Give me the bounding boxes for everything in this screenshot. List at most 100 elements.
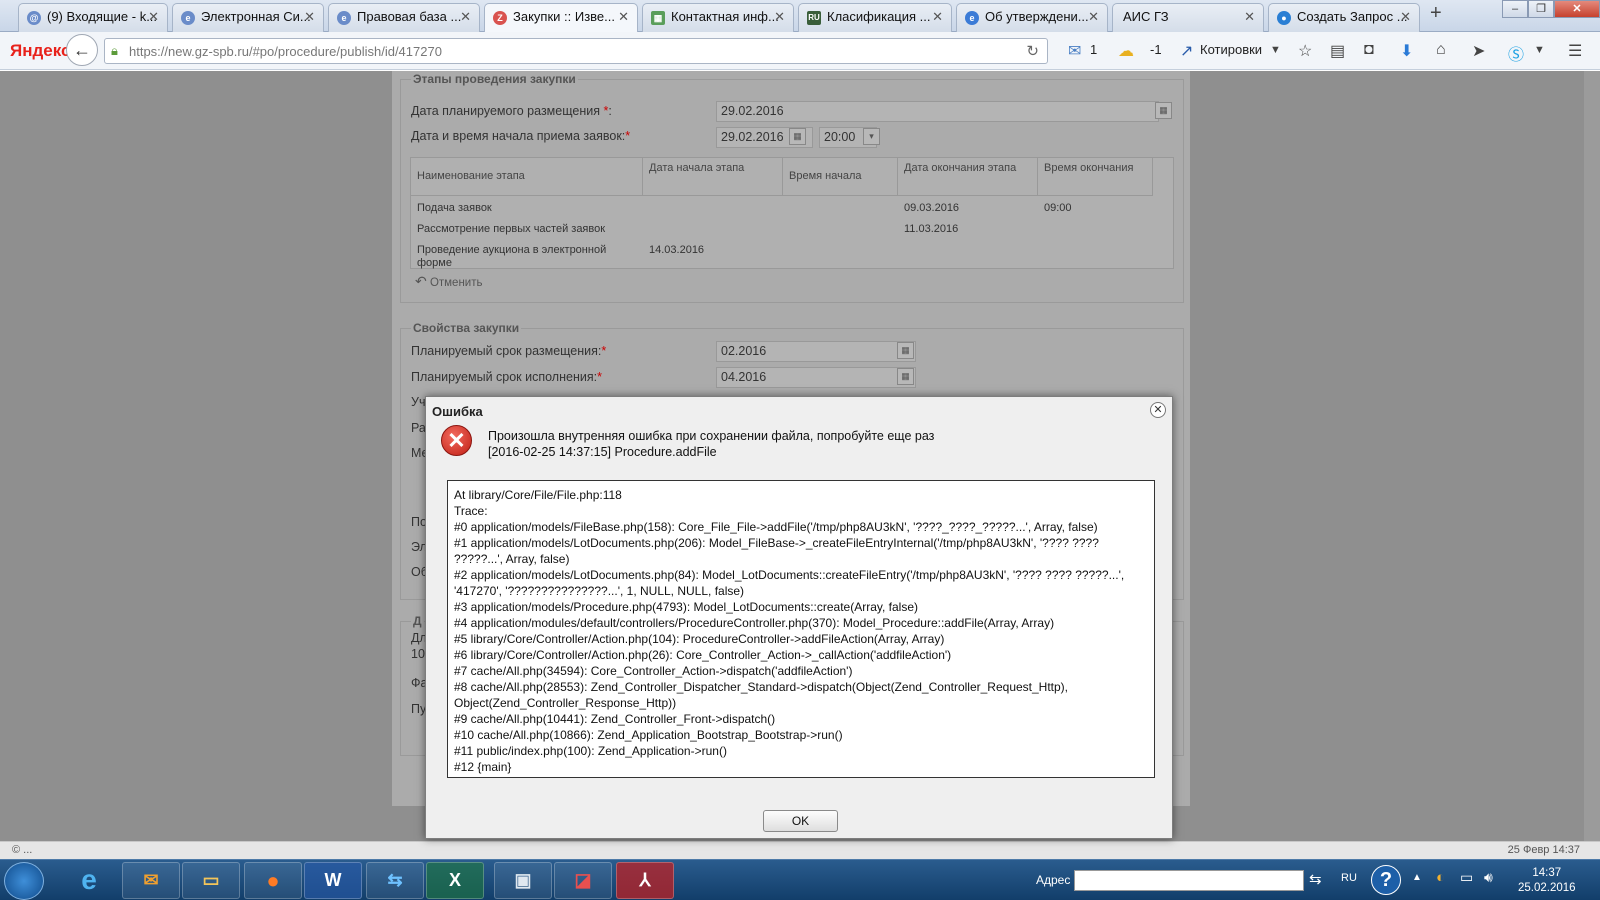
col-header: Время окончания xyxy=(1038,158,1153,196)
quotes-label[interactable]: Котировки xyxy=(1200,42,1262,57)
table-cell: 09:00 xyxy=(1044,202,1072,214)
chevron-down-icon[interactable]: ▾ xyxy=(863,128,880,145)
quotes-icon[interactable]: ↗ xyxy=(1180,41,1193,61)
taskbar-clock[interactable]: 14:37 25.02.2016 xyxy=(1518,866,1576,896)
tab-legal-base[interactable]: e Правовая база ... ✕ xyxy=(328,3,480,32)
weather-icon[interactable]: ☁ xyxy=(1118,41,1134,61)
close-dialog-button[interactable]: ✕ xyxy=(1150,402,1166,418)
planned-date-input[interactable]: 29.02.2016 xyxy=(716,101,1159,122)
tab-procurement[interactable]: Z Закупки :: Изве... ✕ xyxy=(484,3,638,33)
reload-icon[interactable]: ↻ xyxy=(1026,42,1039,60)
mail-icon[interactable]: ✉ xyxy=(1068,41,1081,61)
acrobat-icon[interactable]: ⅄ xyxy=(616,862,674,899)
url-text[interactable]: https://new.gz-spb.ru/#po/procedure/publ… xyxy=(129,44,442,59)
error-message: Произошла внутренняя ошибка при сохранен… xyxy=(488,428,934,460)
bookmark-star-icon[interactable]: ☆ xyxy=(1298,41,1312,61)
close-tab-icon[interactable]: ✕ xyxy=(304,4,315,30)
chevron-down-icon[interactable]: ▼ xyxy=(1534,44,1545,56)
close-window-button[interactable]: ✕ xyxy=(1554,0,1600,18)
go-icon[interactable]: ⇆ xyxy=(1309,870,1322,888)
close-tab-icon[interactable]: ✕ xyxy=(618,4,629,30)
menu-icon[interactable]: ☰ xyxy=(1568,41,1582,61)
cancel-button[interactable]: ↶ Отменить xyxy=(415,273,483,290)
address-toolbar-input[interactable] xyxy=(1074,870,1304,891)
language-indicator[interactable]: RU xyxy=(1341,872,1357,884)
tab-label: АИС ГЗ xyxy=(1123,9,1169,24)
browser-status-bar: © ... 25 Февр 14:37 xyxy=(0,841,1600,859)
network-tray-icon[interactable]: ▭ xyxy=(1460,869,1473,886)
reading-list-icon[interactable]: ▤ xyxy=(1330,41,1345,61)
calendar-icon[interactable]: ▦ xyxy=(789,128,806,145)
tab-classification[interactable]: RU Класификация ... ✕ xyxy=(798,3,952,32)
minimize-button[interactable]: ‒ xyxy=(1502,0,1528,18)
excel-icon[interactable]: X xyxy=(426,862,484,899)
close-tab-icon[interactable]: ✕ xyxy=(148,4,159,30)
tray-app-icon[interactable]: ◐ xyxy=(1436,869,1445,886)
close-tab-icon[interactable]: ✕ xyxy=(774,4,785,30)
send-icon[interactable]: ➤ xyxy=(1472,41,1485,61)
tab-label: Электронная Си... xyxy=(201,9,311,24)
tab-inbox[interactable]: @ (9) Входящие - k... ✕ xyxy=(18,3,168,32)
tray-expand-icon[interactable]: ▲ xyxy=(1412,872,1422,883)
close-tab-icon[interactable]: ✕ xyxy=(1400,4,1411,30)
new-tab-button[interactable]: + xyxy=(1430,2,1442,25)
weather-value[interactable]: -1 xyxy=(1150,42,1162,57)
trace-line: #4 application/modules/default/controlle… xyxy=(454,616,1055,630)
tab-approval[interactable]: e Об утверждени... ✕ xyxy=(956,3,1108,32)
teamviewer-icon[interactable]: ⇆ xyxy=(366,862,424,899)
trace-line: #0 application/models/FileBase.php(158):… xyxy=(454,520,1098,534)
tab-electronic[interactable]: e Электронная Си... ✕ xyxy=(172,3,324,32)
calendar-icon[interactable]: ▦ xyxy=(897,368,914,385)
tab-ais-gz[interactable]: АИС ГЗ ✕ xyxy=(1112,3,1264,32)
close-tab-icon[interactable]: ✕ xyxy=(1088,4,1099,30)
execution-input[interactable]: 04.2016 xyxy=(716,367,916,388)
address-bar[interactable]: 🔒︎ https://new.gz-spb.ru/#po/procedure/p… xyxy=(104,38,1048,64)
mail-count[interactable]: 1 xyxy=(1090,42,1097,57)
site-identity-icon[interactable]: 🔒︎ xyxy=(111,43,118,59)
yandex-logo[interactable]: Яндекс xyxy=(10,41,70,61)
ie-icon[interactable]: e xyxy=(60,862,118,899)
e-icon: e xyxy=(965,11,979,25)
placement-input[interactable]: 02.2016 xyxy=(716,341,916,362)
undo-icon: ↶ xyxy=(415,273,427,289)
download-icon[interactable]: ⬇ xyxy=(1400,41,1413,61)
network-icon[interactable]: ▣ xyxy=(494,862,552,899)
tab-create-request[interactable]: ● Создать Запрос ... ✕ xyxy=(1268,3,1420,32)
close-tab-icon[interactable]: ✕ xyxy=(932,4,943,30)
close-tab-icon[interactable]: ✕ xyxy=(460,4,471,30)
calendar-icon[interactable]: ▦ xyxy=(1155,102,1172,119)
explorer-icon[interactable]: ▭ xyxy=(182,862,240,899)
chevron-down-icon[interactable]: ▼ xyxy=(1270,44,1281,56)
back-button[interactable]: ← xyxy=(66,34,98,66)
skype-icon[interactable]: Ⓢ xyxy=(1508,41,1524,65)
start-label: Дата и время начала приема заявок:* xyxy=(411,129,630,143)
start-button[interactable] xyxy=(4,862,44,900)
pocket-icon[interactable]: ◘ xyxy=(1364,41,1374,59)
error-message-line: Произошла внутренняя ошибка при сохранен… xyxy=(488,429,935,443)
stages-legend: Этапы проведения закупки xyxy=(411,72,578,86)
trace-line: #6 library/Core/Controller/Action.php(26… xyxy=(454,648,952,662)
tab-contact[interactable]: ▦ Контактная инф... ✕ xyxy=(642,3,794,32)
execution-label: Планируемый срок исполнения:* xyxy=(411,370,602,384)
maximize-button[interactable]: ❐ xyxy=(1528,0,1554,18)
volume-icon[interactable]: 🔊︎ xyxy=(1484,869,1493,886)
firefox-icon[interactable]: ● xyxy=(244,862,302,899)
page-icon: ▦ xyxy=(651,11,665,25)
help-icon[interactable]: ? xyxy=(1371,865,1401,895)
app-icon[interactable]: ◪ xyxy=(554,862,612,899)
page-scrollbar[interactable] xyxy=(1584,71,1600,841)
stack-trace-box[interactable]: At library/Core/File/File.php:118 Trace:… xyxy=(447,480,1155,778)
tab-label: (9) Входящие - k... xyxy=(47,9,158,24)
dialog-title: Ошибка xyxy=(432,404,483,419)
label-suffix: : xyxy=(608,104,612,118)
outlook-icon[interactable]: ✉ xyxy=(122,862,180,899)
ok-button[interactable]: OK xyxy=(763,810,838,832)
home-icon[interactable]: ⌂ xyxy=(1436,41,1446,59)
field-label: Уч xyxy=(411,395,426,409)
tab-label: Закупки :: Изве... xyxy=(513,9,615,24)
ru-icon: RU xyxy=(807,11,821,25)
word-icon[interactable]: W xyxy=(304,862,362,899)
table-cell: 09.03.2016 xyxy=(904,202,960,214)
calendar-icon[interactable]: ▦ xyxy=(897,342,914,359)
close-tab-icon[interactable]: ✕ xyxy=(1244,4,1255,30)
